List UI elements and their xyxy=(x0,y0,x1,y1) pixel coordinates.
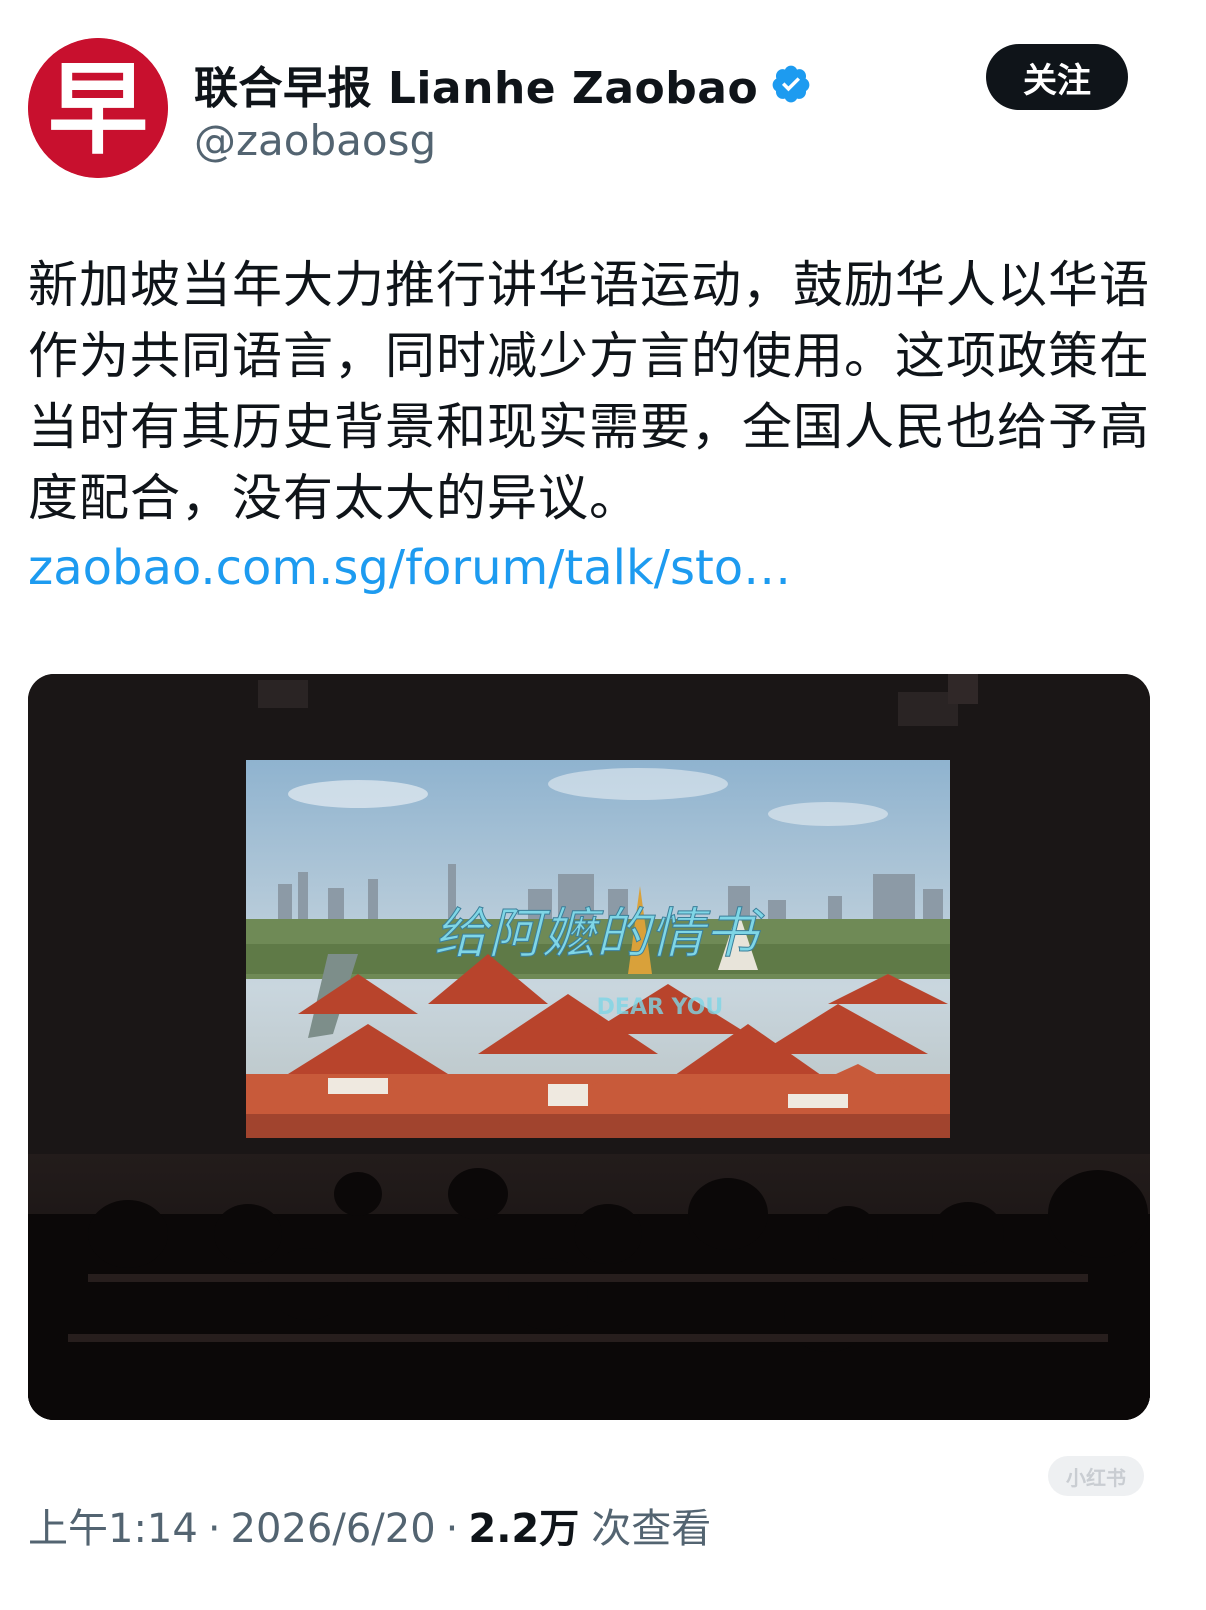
verified-badge-icon xyxy=(772,65,810,103)
meta-separator: · xyxy=(207,1506,221,1552)
display-name[interactable]: 联合早报 Lianhe Zaobao xyxy=(194,52,758,116)
meta-separator: · xyxy=(445,1506,459,1552)
tweet-text: 新加坡当年大力推行讲华语运动，鼓励华人以华语作为共同语言，同时减少方言的使用。这… xyxy=(28,256,1150,527)
zaobao-logo: 早 xyxy=(28,38,168,178)
tweet-link[interactable]: zaobao.com.sg/forum/talk/sto… xyxy=(28,540,791,596)
follow-button[interactable]: 关注 xyxy=(986,44,1128,110)
account-handle[interactable]: @zaobaosg xyxy=(194,116,436,165)
tweet-media-image[interactable]: 给阿嬷的情书 DEAR YOU xyxy=(28,674,1150,1420)
cinema-photo: 给阿嬷的情书 DEAR YOU xyxy=(28,674,1150,1420)
cinema-screen: 给阿嬷的情书 DEAR YOU xyxy=(246,760,950,1138)
account-name-row: 联合早报 Lianhe Zaobao xyxy=(194,52,812,116)
tweet-meta: 上午1:14 · 2026/6/20 · 2.2万 次查看 xyxy=(28,1496,711,1554)
views-count: 2.2万 xyxy=(468,1506,580,1552)
avatar[interactable]: 早 xyxy=(28,38,168,178)
media-subtitle-text: DEAR YOU xyxy=(597,995,724,1020)
tweet-date[interactable]: 2026/6/20 xyxy=(231,1506,436,1552)
views-label: 次查看 xyxy=(591,1506,712,1552)
xiaohongshu-watermark: 小红书 xyxy=(1048,1456,1144,1496)
media-title-text: 给阿嬷的情书 xyxy=(434,902,765,965)
tweet-time[interactable]: 上午1:14 xyxy=(28,1496,198,1554)
avatar-glyph: 早 xyxy=(48,50,148,168)
